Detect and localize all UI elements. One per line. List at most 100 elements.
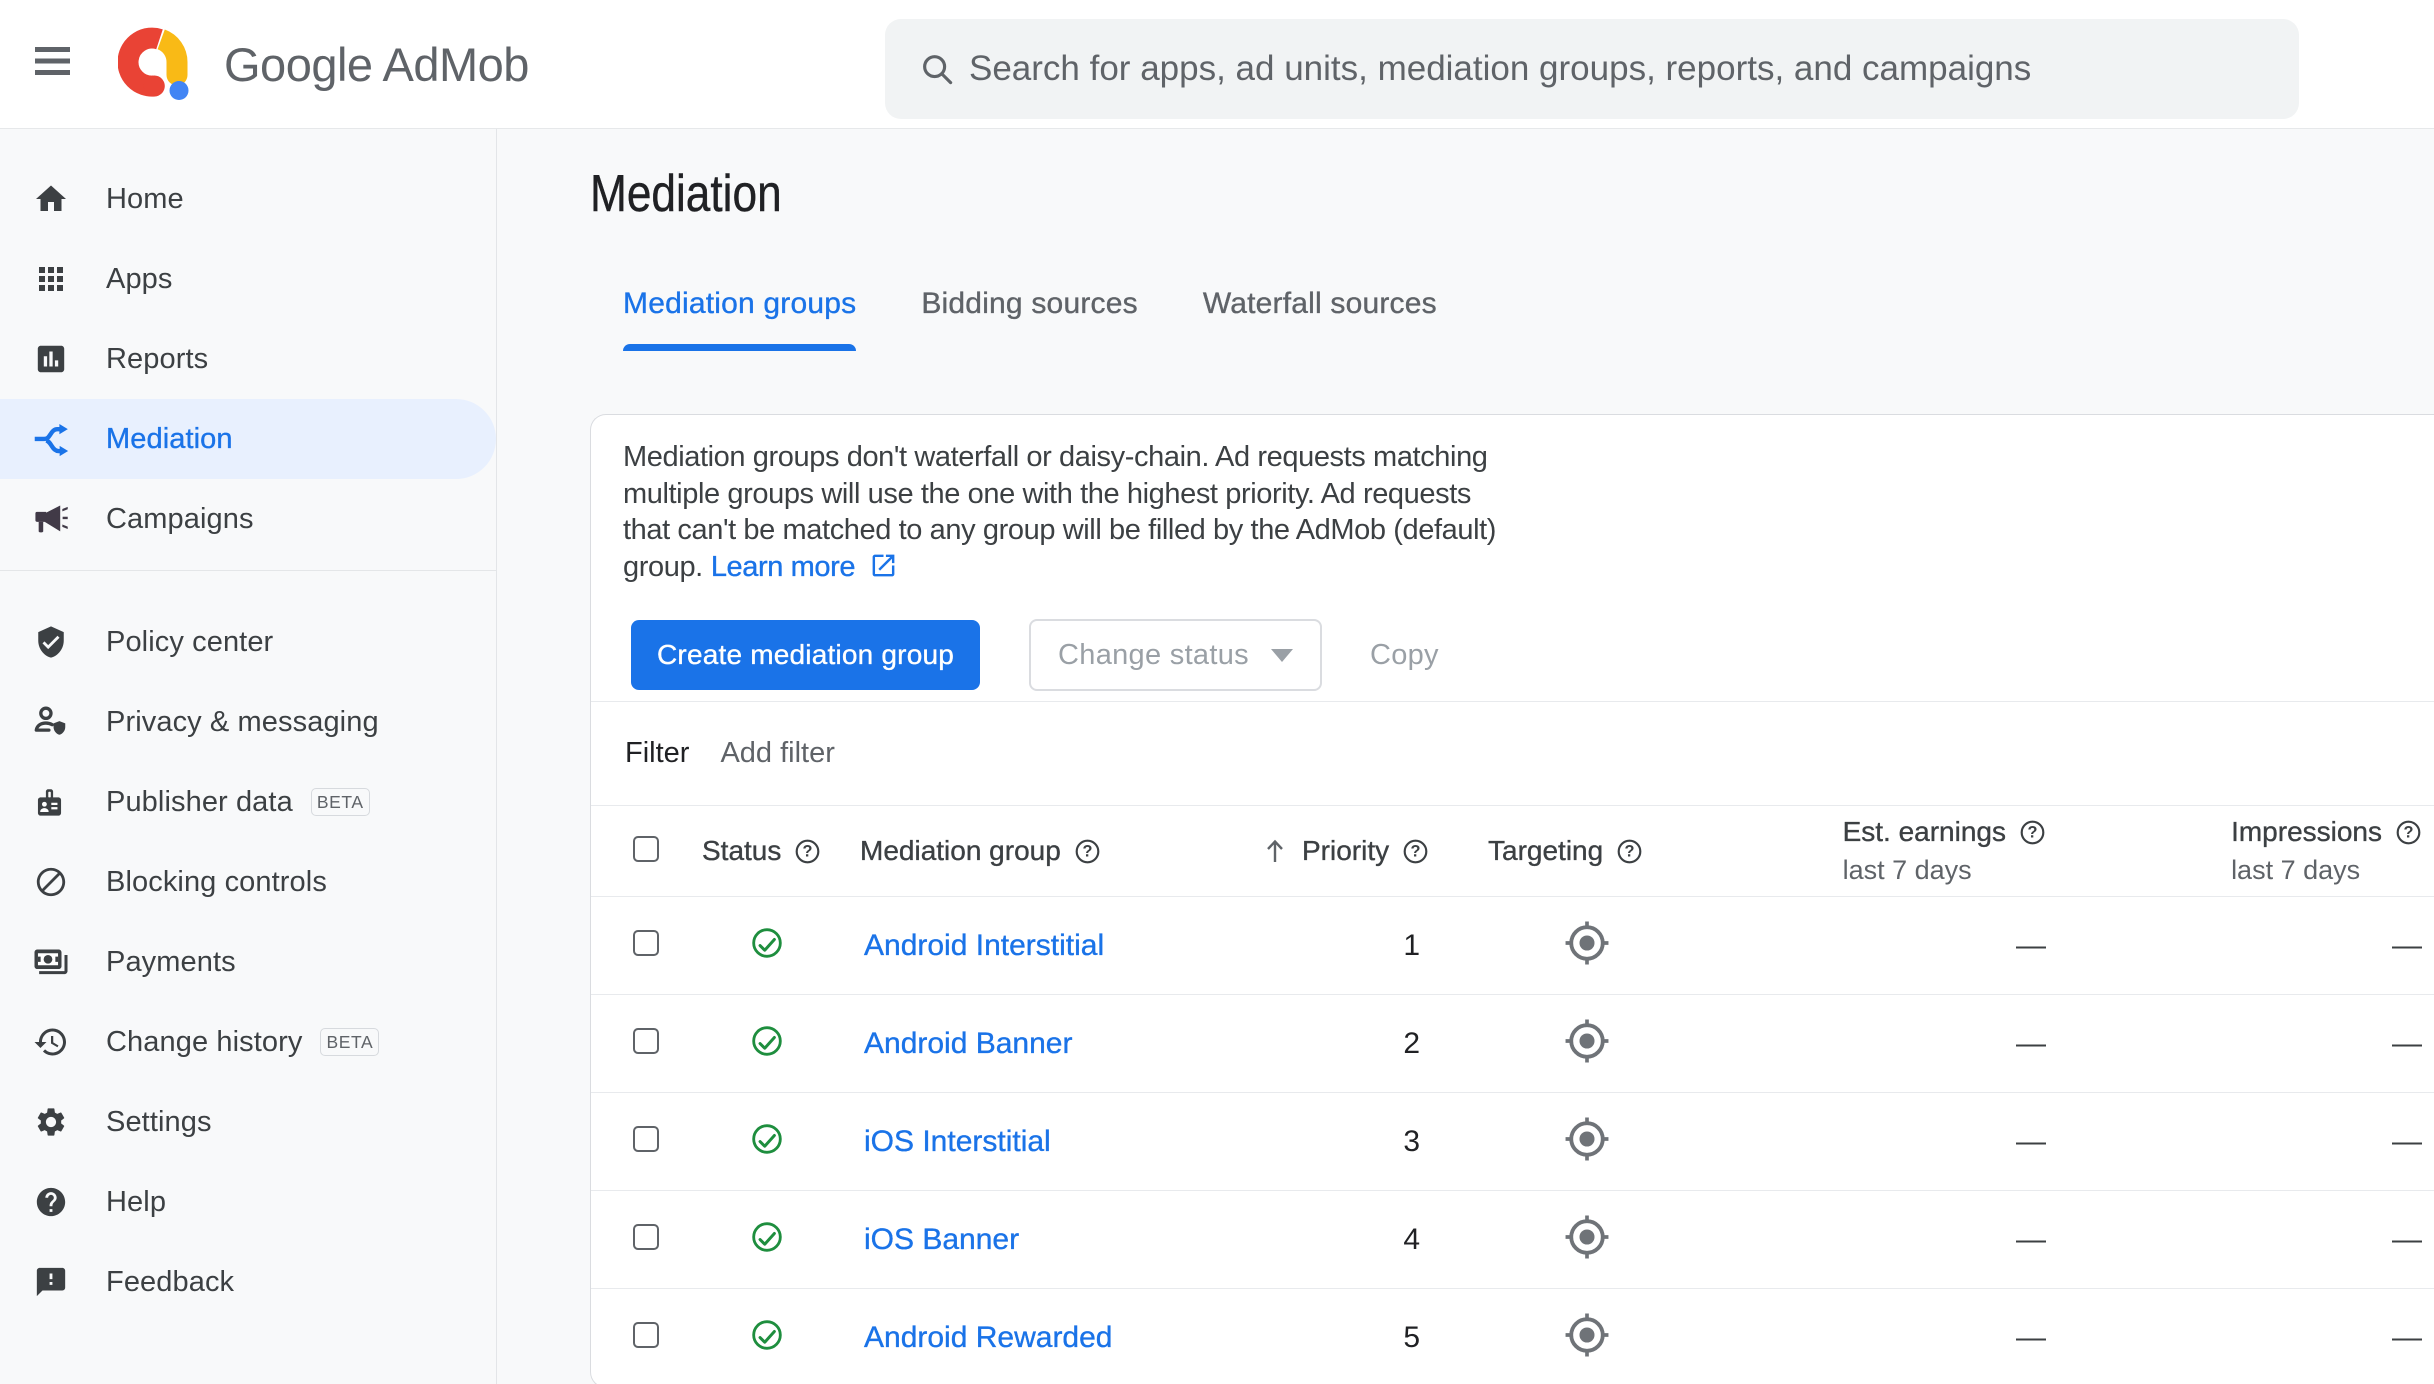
sidebar-item-privacy-messaging[interactable]: Privacy & messaging: [0, 682, 496, 762]
status-enabled-icon: [750, 1122, 784, 1161]
targeting-icon[interactable]: [1565, 1215, 1609, 1264]
beta-badge: BETA: [320, 1028, 380, 1056]
search-icon: [923, 55, 953, 85]
help-glyph: ?: [1625, 842, 1635, 860]
publisher-badge-icon: [33, 784, 69, 820]
column-header-status[interactable]: Status ?: [702, 835, 860, 867]
sidebar-item-feedback[interactable]: Feedback: [0, 1242, 496, 1322]
targeting-icon[interactable]: [1565, 1117, 1609, 1166]
table-body: Android Interstitial 1 — — Android Banne…: [591, 897, 2434, 1384]
sidebar-item-change-history[interactable]: Change history BETA: [0, 1002, 496, 1082]
impressions-value: —: [2392, 1222, 2422, 1256]
sidebar-item-label: Mediation: [106, 422, 233, 455]
search-input[interactable]: [969, 49, 2299, 89]
tab-bar: Mediation groups Bidding sources Waterfa…: [623, 287, 2434, 351]
table-row: Android Interstitial 1 — —: [591, 897, 2434, 995]
priority-value: 1: [1403, 928, 1420, 962]
tab-label: Waterfall sources: [1202, 287, 1437, 320]
help-icon[interactable]: ?: [1074, 838, 1101, 865]
targeting-icon[interactable]: [1565, 921, 1609, 970]
add-filter-button[interactable]: Add filter: [720, 737, 834, 770]
admob-logo[interactable]: Google AdMob: [118, 26, 529, 102]
sidebar-nav: Home Apps Reports Mediation Campaigns Po…: [0, 129, 497, 1384]
targeting-icon[interactable]: [1565, 1313, 1609, 1362]
sidebar-item-policy-center[interactable]: Policy center: [0, 602, 496, 682]
tab-mediation-groups[interactable]: Mediation groups: [623, 287, 857, 351]
help-glyph: ?: [1411, 842, 1421, 860]
notice-text: Mediation groups don't waterfall or dais…: [591, 415, 2434, 589]
mediation-group-link[interactable]: iOS Banner: [860, 1222, 1019, 1255]
copy-button[interactable]: Copy: [1360, 639, 1449, 672]
status-enabled-icon: [750, 926, 784, 965]
chevron-down-icon: [1270, 648, 1293, 662]
sidebar-item-payments[interactable]: Payments: [0, 922, 496, 1002]
row-checkbox[interactable]: [633, 930, 659, 956]
column-header-est-earnings[interactable]: Est. earnings ? last 7 days: [1700, 816, 2060, 886]
column-header-priority[interactable]: Priority ?: [1240, 835, 1460, 867]
sidebar-item-settings[interactable]: Settings: [0, 1082, 496, 1162]
mediation-group-link[interactable]: iOS Interstitial: [860, 1124, 1051, 1157]
status-enabled-icon: [750, 1318, 784, 1357]
row-checkbox[interactable]: [633, 1028, 659, 1054]
row-checkbox[interactable]: [633, 1322, 659, 1348]
column-header-mediation-group[interactable]: Mediation group ?: [860, 835, 1240, 867]
table-row: Android Rewarded 5 — —: [591, 1289, 2434, 1384]
sidebar-item-campaigns[interactable]: Campaigns: [0, 479, 496, 559]
change-status-label: Change status: [1058, 638, 1249, 671]
help-icon[interactable]: ?: [794, 838, 821, 865]
external-link-icon[interactable]: [869, 551, 898, 590]
sort-ascending-icon: [1260, 836, 1290, 866]
earnings-value: —: [2016, 928, 2046, 962]
mediation-group-link[interactable]: Android Interstitial: [860, 928, 1104, 961]
main-content: Mediation Mediation groups Bidding sourc…: [497, 129, 2434, 1384]
tab-label: Bidding sources: [921, 287, 1138, 320]
create-mediation-group-button[interactable]: Create mediation group: [631, 620, 981, 690]
sidebar-item-label: Reports: [106, 342, 209, 375]
menu-icon[interactable]: [35, 47, 70, 75]
learn-more-link[interactable]: Learn more: [711, 550, 856, 582]
sidebar-item-label: Payments: [106, 945, 236, 978]
page-title: Mediation: [590, 165, 782, 223]
sidebar-item-publisher-data[interactable]: Publisher data BETA: [0, 762, 496, 842]
help-icon[interactable]: ?: [2019, 819, 2046, 846]
sidebar-item-mediation[interactable]: Mediation: [0, 399, 496, 479]
mediation-group-link[interactable]: Android Rewarded: [860, 1320, 1113, 1353]
column-header-impressions[interactable]: Impressions ? last 7 days: [2060, 816, 2434, 886]
campaigns-icon: [33, 501, 69, 537]
sidebar-item-apps[interactable]: Apps: [0, 239, 496, 319]
tab-waterfall-sources[interactable]: Waterfall sources: [1203, 287, 1437, 351]
notice-line: Mediation groups don't waterfall or dais…: [623, 441, 1488, 473]
sidebar-item-home[interactable]: Home: [0, 159, 496, 239]
impressions-value: —: [2392, 1026, 2422, 1060]
sidebar-item-label: Feedback: [106, 1265, 235, 1298]
earnings-value: —: [2016, 1026, 2046, 1060]
table-header: Status ? Mediation group ? Priority ? Ta…: [591, 806, 2434, 897]
reports-icon: [33, 341, 69, 377]
status-enabled-icon: [750, 1024, 784, 1063]
row-checkbox[interactable]: [633, 1224, 659, 1250]
priority-value: 5: [1403, 1320, 1420, 1354]
mediation-group-link[interactable]: Android Banner: [860, 1026, 1073, 1059]
row-checkbox[interactable]: [633, 1126, 659, 1152]
impressions-value: —: [2392, 928, 2422, 962]
sidebar-item-help[interactable]: Help: [0, 1162, 496, 1242]
targeting-icon[interactable]: [1565, 1019, 1609, 1068]
sidebar-item-label: Home: [106, 182, 184, 215]
select-all-checkbox[interactable]: [633, 835, 659, 862]
column-header-targeting[interactable]: Targeting ?: [1460, 835, 1700, 867]
gear-icon: [33, 1104, 69, 1140]
help-icon[interactable]: ?: [1402, 838, 1429, 865]
sidebar-item-reports[interactable]: Reports: [0, 319, 496, 399]
actions-row: Create mediation group Change status Cop…: [591, 589, 2434, 691]
sidebar-item-blocking-controls[interactable]: Blocking controls: [0, 842, 496, 922]
help-icon[interactable]: ?: [1616, 838, 1643, 865]
privacy-person-icon: [33, 704, 69, 740]
search-bar[interactable]: [885, 19, 2299, 119]
impressions-value: —: [2392, 1320, 2422, 1354]
sidebar-item-label: Help: [106, 1185, 167, 1218]
help-icon[interactable]: ?: [2395, 819, 2422, 846]
admob-logo-icon: [118, 27, 189, 100]
history-icon: [33, 1024, 69, 1060]
tab-bidding-sources[interactable]: Bidding sources: [921, 287, 1138, 351]
change-status-button[interactable]: Change status: [1029, 619, 1322, 691]
